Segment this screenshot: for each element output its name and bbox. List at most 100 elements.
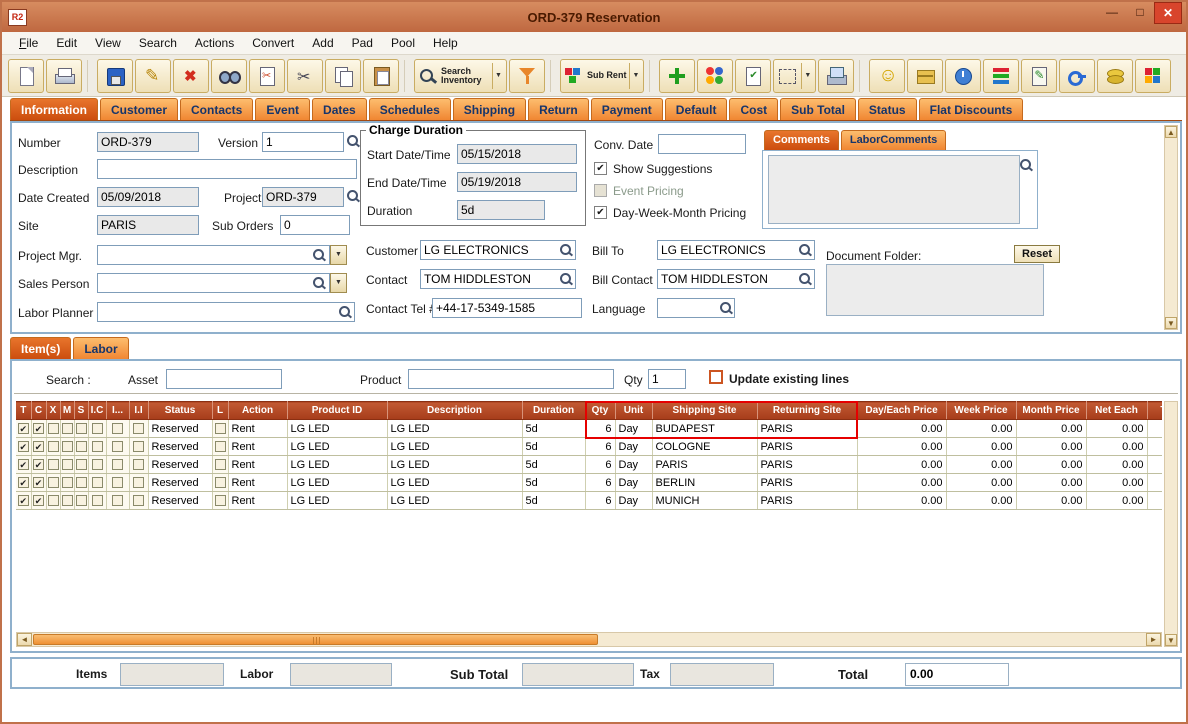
version-input[interactable] [262, 132, 344, 152]
bill-contact-input[interactable] [657, 269, 815, 289]
row-checkbox[interactable] [112, 495, 123, 507]
tab-comments[interactable]: Comments [764, 130, 839, 150]
scroll-down-icon[interactable]: ▼ [1165, 317, 1177, 329]
project-mgr-input[interactable] [97, 245, 330, 265]
end-date-input[interactable] [457, 172, 577, 192]
items-vertical-scrollbar[interactable]: ▼ [1164, 401, 1178, 647]
sub-orders-input[interactable] [280, 215, 350, 235]
col-header-c[interactable]: C [31, 401, 47, 420]
reset-button[interactable]: Reset [1014, 245, 1060, 263]
scroll-left-icon[interactable]: ◄ [17, 633, 32, 646]
col-header-m[interactable]: M [60, 401, 75, 420]
project-mgr-search-icon[interactable] [312, 248, 326, 262]
cube-button[interactable] [1135, 58, 1172, 93]
row-checkbox[interactable] [75, 495, 87, 507]
qty-input[interactable] [648, 369, 686, 389]
row-checkbox[interactable] [33, 459, 44, 471]
tab-event[interactable]: Event [255, 98, 311, 120]
tab-payment[interactable]: Payment [590, 98, 663, 120]
sales-person-search-icon[interactable] [312, 276, 326, 290]
tab-shipping[interactable]: Shipping [452, 98, 527, 120]
menu-view[interactable]: View [86, 34, 130, 52]
col-header-t[interactable]: T [16, 401, 32, 420]
contact-input[interactable] [420, 269, 576, 289]
site-input[interactable] [97, 215, 199, 235]
project-mgr-dropdown[interactable]: ▼ [330, 245, 347, 265]
row-checkbox[interactable] [17, 423, 29, 435]
scroll-up-icon[interactable]: ▲ [1165, 126, 1177, 138]
tab-flat-discounts[interactable]: Flat Discounts [918, 98, 1024, 120]
save-button[interactable] [97, 58, 133, 93]
menu-add[interactable]: Add [303, 34, 342, 52]
customer-input[interactable] [420, 240, 576, 260]
search-inventory-button[interactable]: Search Inventory ▼ [414, 58, 507, 93]
col-header-action[interactable]: Action [228, 401, 288, 420]
tab-schedules[interactable]: Schedules [368, 98, 451, 120]
row-checkbox[interactable] [91, 423, 103, 435]
col-header-i-c[interactable]: I.C [88, 401, 107, 420]
row-checkbox[interactable] [91, 477, 103, 489]
tab-labor[interactable]: Labor [73, 337, 129, 359]
table-row[interactable]: ReservedRentLG LEDLG LED5d6DayBERLINPARI… [16, 473, 1162, 492]
col-header-description[interactable]: Description [387, 401, 523, 420]
row-checkbox[interactable] [17, 495, 29, 507]
minimize-button[interactable]: — [1098, 2, 1126, 24]
row-checkbox[interactable] [112, 477, 123, 489]
row-checkbox[interactable] [33, 495, 44, 507]
date-created-input[interactable] [97, 187, 199, 207]
col-header-s[interactable]: S [74, 401, 89, 420]
row-checkbox[interactable] [75, 459, 87, 471]
col-header-shipping-site[interactable]: Shipping Site [652, 401, 758, 420]
paste-button[interactable] [363, 58, 399, 93]
comments-search-icon[interactable] [1019, 158, 1033, 172]
scroll-right-icon[interactable]: ► [1146, 633, 1161, 646]
dropdown-arrow-icon[interactable]: ▼ [629, 62, 641, 89]
conv-date-input[interactable] [658, 134, 746, 154]
table-row[interactable]: ReservedRentLG LEDLG LED5d6DayCOLOGNEPAR… [16, 437, 1162, 456]
bill-to-search-icon[interactable] [798, 243, 812, 257]
col-header-duration[interactable]: Duration [522, 401, 586, 420]
contact-tel-input[interactable] [432, 298, 582, 318]
report-button[interactable] [818, 58, 855, 93]
dropdown-arrow-icon[interactable]: ▼ [801, 62, 813, 89]
menu-edit[interactable]: Edit [47, 34, 86, 52]
row-checkbox[interactable] [61, 477, 73, 489]
menu-file[interactable]: File [10, 34, 47, 52]
edit-button[interactable] [135, 58, 171, 93]
tab-sub-total[interactable]: Sub Total [780, 98, 856, 120]
col-header-status[interactable]: Status [148, 401, 213, 420]
contact-search-icon[interactable] [559, 272, 573, 286]
row-checkbox[interactable] [61, 495, 73, 507]
row-checkbox[interactable] [17, 477, 29, 489]
notes-button[interactable] [735, 58, 772, 93]
row-checkbox[interactable] [214, 423, 226, 435]
table-row[interactable]: ReservedRentLG LEDLG LED5d6DayBUDAPESTPA… [16, 419, 1162, 438]
col-header-week-price[interactable]: Week Price [946, 401, 1017, 420]
find-button[interactable] [211, 58, 247, 93]
col-header-month-price[interactable]: Month Price [1016, 401, 1087, 420]
table-row[interactable]: ReservedRentLG LEDLG LED5d6DayPARISPARIS… [16, 455, 1162, 474]
day-week-month-checkbox[interactable] [594, 206, 607, 219]
close-button[interactable]: ✕ [1154, 2, 1182, 24]
row-checkbox[interactable] [214, 495, 226, 507]
form-vertical-scrollbar[interactable]: ▲ ▼ [1164, 125, 1178, 330]
col-header-tot[interactable]: Tot... [1147, 401, 1162, 420]
row-checkbox[interactable] [33, 441, 44, 453]
menu-convert[interactable]: Convert [243, 34, 303, 52]
tab-return[interactable]: Return [528, 98, 589, 120]
tab-default[interactable]: Default [664, 98, 728, 120]
books-button[interactable] [983, 58, 1020, 93]
row-checkbox[interactable] [17, 441, 29, 453]
col-header-returning-site[interactable]: Returning Site [757, 401, 858, 420]
bill-contact-search-icon[interactable] [798, 272, 812, 286]
row-checkbox[interactable] [17, 459, 29, 471]
row-checkbox[interactable] [133, 423, 144, 435]
event-pricing-checkbox[interactable] [594, 184, 607, 197]
sub-rent-button[interactable]: Sub Rent ▼ [559, 58, 645, 93]
labor-planner-input[interactable] [97, 302, 355, 322]
horizontal-scrollbar[interactable]: ◄ ► [16, 632, 1162, 647]
col-header-x[interactable]: X [46, 401, 61, 420]
package-button[interactable] [907, 58, 944, 93]
row-checkbox[interactable] [133, 459, 144, 471]
scrollbar-thumb[interactable] [33, 634, 598, 645]
